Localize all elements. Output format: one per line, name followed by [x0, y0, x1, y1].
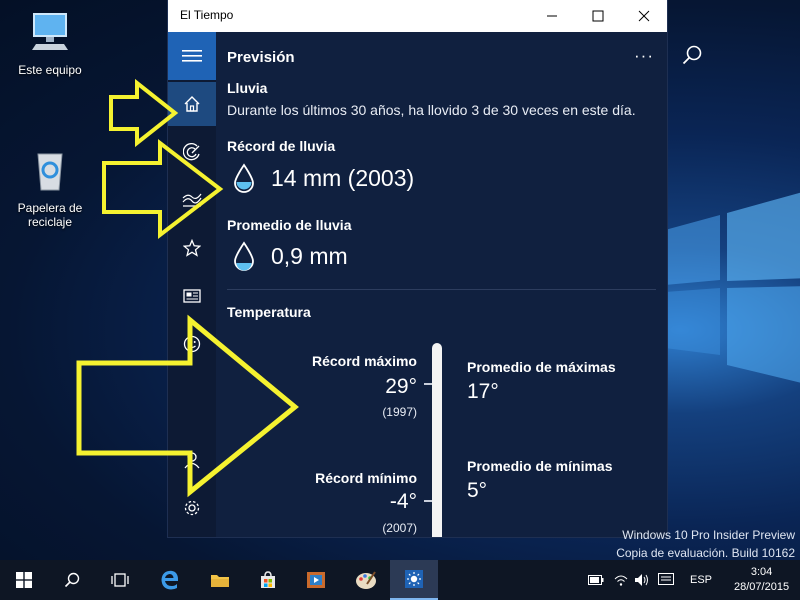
rain-record-value: 14 mm (2003) [271, 165, 415, 191]
window-title: El Tiempo [180, 8, 234, 22]
start-button[interactable] [0, 560, 48, 600]
rain-average-value: 0,9 mm [271, 243, 348, 269]
record-max-year: (1997) [382, 405, 417, 419]
taskbar-paint[interactable] [342, 560, 390, 600]
thermometer-tick [424, 383, 432, 385]
raindrop-icon [234, 163, 254, 193]
clock[interactable]: 3:04 28/07/2015 [734, 565, 789, 595]
computer-icon [32, 13, 68, 50]
sidebar-item-maps[interactable] [168, 130, 216, 174]
record-min-value: -4° [389, 490, 417, 513]
avg-min-label: Promedio de mínimas [467, 458, 613, 474]
title-bar: El Tiempo [168, 0, 667, 32]
search-icon[interactable] [681, 44, 703, 66]
taskbar: ESP 3:04 28/07/2015 [0, 560, 800, 600]
settings-icon [184, 500, 200, 516]
temperature-heading: Temperatura [227, 304, 311, 320]
taskbar-edge[interactable] [146, 560, 194, 600]
sidebar-item-account[interactable] [168, 438, 216, 482]
home-icon [184, 96, 200, 112]
weather-app-window: El Tiempo Previsión ··· Lluvia Durante l… [168, 0, 702, 537]
historical-chart-icon [182, 193, 202, 207]
volume-icon[interactable] [634, 573, 650, 587]
sidebar-item-settings[interactable] [168, 486, 216, 530]
desktop-icon-label: Papelera de reciclaje [17, 201, 83, 229]
hamburger-menu-button[interactable] [168, 32, 216, 80]
desktop-icon-this-pc[interactable]: Este equipo [10, 10, 90, 77]
hamburger-icon [182, 50, 202, 62]
record-min-label: Récord mínimo [315, 470, 417, 486]
rain-average-heading: Promedio de lluvia [227, 217, 352, 233]
record-min-year: (2007) [382, 521, 417, 535]
desktop-icon-label: Este equipo [18, 63, 82, 77]
taskbar-weather-active[interactable] [390, 560, 438, 600]
rain-heading: Lluvia [227, 80, 268, 96]
minimize-button[interactable] [529, 0, 575, 32]
page-title: Previsión [227, 49, 295, 66]
system-tray: ESP 3:04 28/07/2015 [588, 560, 789, 600]
clock-date: 28/07/2015 [734, 581, 790, 593]
media-player-icon [307, 572, 325, 588]
temperature-range-bar [432, 343, 442, 537]
more-options-button[interactable]: ··· [634, 46, 654, 66]
record-max-value: 29° [385, 375, 417, 398]
thermometer-tick [424, 500, 432, 502]
sidebar-item-historical[interactable] [168, 178, 216, 222]
desktop-icon-recycle-bin[interactable]: Papelera de reciclaje [10, 148, 90, 229]
smiley-icon [183, 335, 201, 353]
raindrop-icon [234, 241, 254, 271]
store-icon [261, 571, 275, 588]
section-divider [227, 289, 656, 290]
account-icon [184, 452, 200, 469]
search-icon [64, 572, 80, 588]
recycle-bin-icon [37, 153, 63, 191]
language-indicator[interactable]: ESP [690, 574, 712, 586]
task-view-icon [111, 573, 129, 587]
sidebar-item-news[interactable] [168, 274, 216, 318]
maximize-button[interactable] [575, 0, 621, 32]
minimize-icon [547, 15, 557, 17]
avg-max-value: 17° [467, 380, 499, 403]
avg-min-value: 5° [467, 479, 488, 502]
windows-desktop-logo [665, 192, 800, 383]
battery-icon[interactable] [588, 575, 604, 585]
sidebar-item-forecast[interactable] [168, 82, 216, 126]
folder-icon [211, 575, 229, 587]
wifi-icon[interactable] [614, 573, 628, 587]
watermark-line-2: Copia de evaluación. Build 10162 [616, 546, 795, 560]
paint-palette-icon [356, 571, 376, 589]
clock-time: 3:04 [750, 566, 773, 578]
edge-browser-icon [161, 570, 179, 590]
sidebar-item-feedback[interactable] [168, 322, 216, 366]
watermark-line-1: Windows 10 Pro Insider Preview [622, 528, 795, 542]
annotation-arrow [109, 78, 179, 148]
forecast-content: Previsión ··· Lluvia Durante los últimos… [216, 32, 702, 537]
maximize-icon [592, 10, 604, 22]
action-center-icon[interactable] [658, 573, 674, 587]
taskbar-file-explorer[interactable] [196, 560, 244, 600]
navigation-sidebar [168, 32, 216, 537]
close-button[interactable] [621, 0, 667, 32]
avg-max-label: Promedio de máximas [467, 359, 616, 375]
sidebar-item-favorites[interactable] [168, 226, 216, 270]
search-button[interactable] [48, 560, 96, 600]
radar-icon [183, 143, 200, 161]
rain-record-heading: Récord de lluvia [227, 138, 336, 154]
windows-start-icon [16, 572, 32, 588]
rain-description: Durante los últimos 30 años, ha llovido … [227, 102, 636, 118]
taskbar-media-app[interactable] [292, 560, 340, 600]
news-icon [183, 289, 201, 303]
star-icon [183, 239, 201, 257]
close-icon [638, 10, 650, 22]
weather-app-icon [405, 570, 423, 588]
taskbar-store[interactable] [244, 560, 292, 600]
record-max-label: Récord máximo [311, 353, 417, 369]
task-view-button[interactable] [96, 560, 144, 600]
